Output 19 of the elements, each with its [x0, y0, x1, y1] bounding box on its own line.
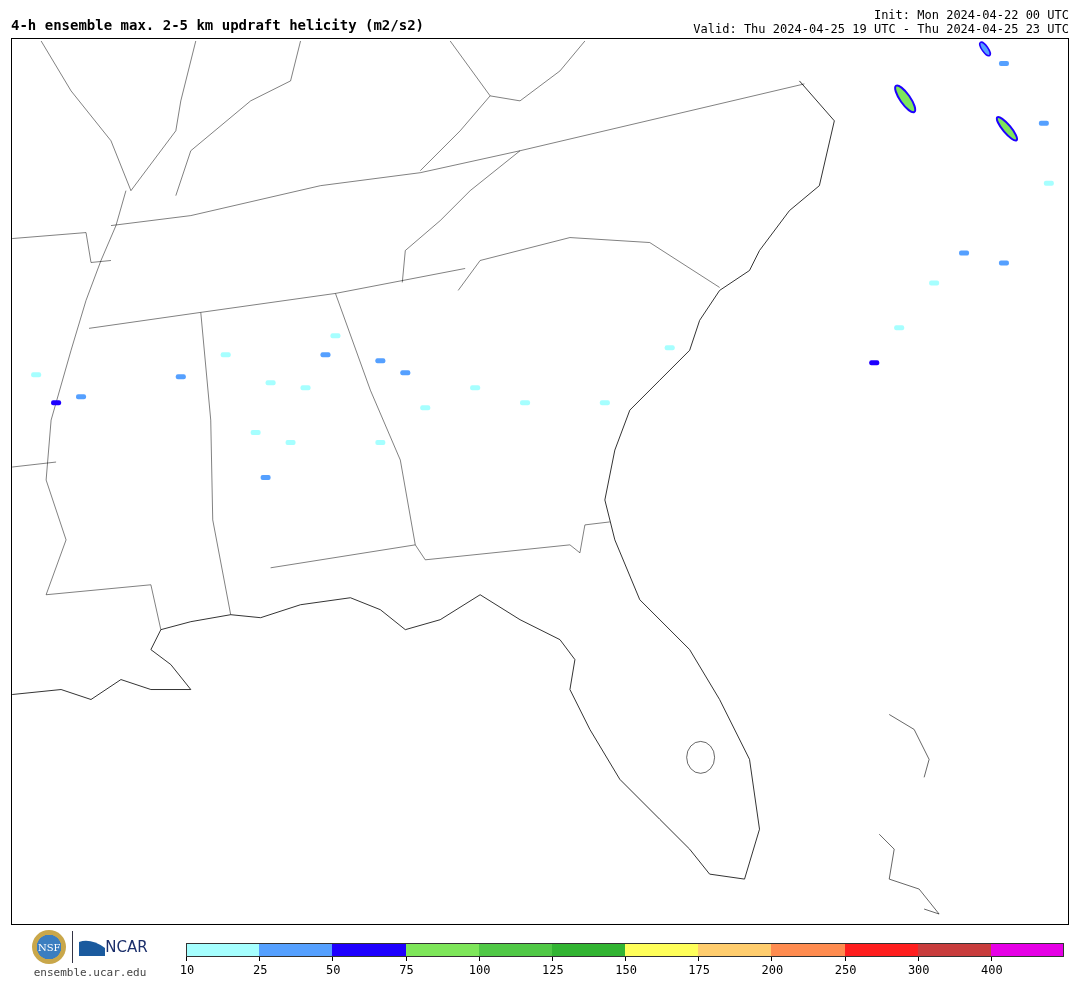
- nsf-logo: NSF: [32, 930, 67, 964]
- legend-label: 250: [834, 963, 857, 977]
- legend-label: 175: [688, 963, 711, 977]
- legend-label: 200: [761, 963, 784, 977]
- legend-label: 300: [907, 963, 930, 977]
- swoosh-icon: [79, 938, 106, 956]
- init-time: Init: Mon 2024-04-22 00 UTC: [872, 8, 1069, 22]
- legend-label: 50: [326, 963, 341, 977]
- legend-label: 10: [179, 963, 195, 977]
- valid-time: Valid: Thu 2024-04-25 19 UTC - Thu 2024-04-25 23 UTC: [693, 22, 1069, 36]
- legend-label: 400: [981, 963, 1003, 977]
- legend-label: 150: [615, 963, 637, 977]
- website-url: ensemble.ucar.edu: [33, 966, 147, 979]
- legend-label: 100: [468, 963, 491, 977]
- legend-label: 75: [399, 963, 414, 977]
- legend-label: 125: [542, 963, 564, 977]
- legend-label: 25: [252, 963, 268, 977]
- ncar-logo: NCAR: [105, 938, 148, 956]
- map-title: 4-h ensemble max. 2-5 km updraft helicity (m2/s2): [11, 17, 424, 35]
